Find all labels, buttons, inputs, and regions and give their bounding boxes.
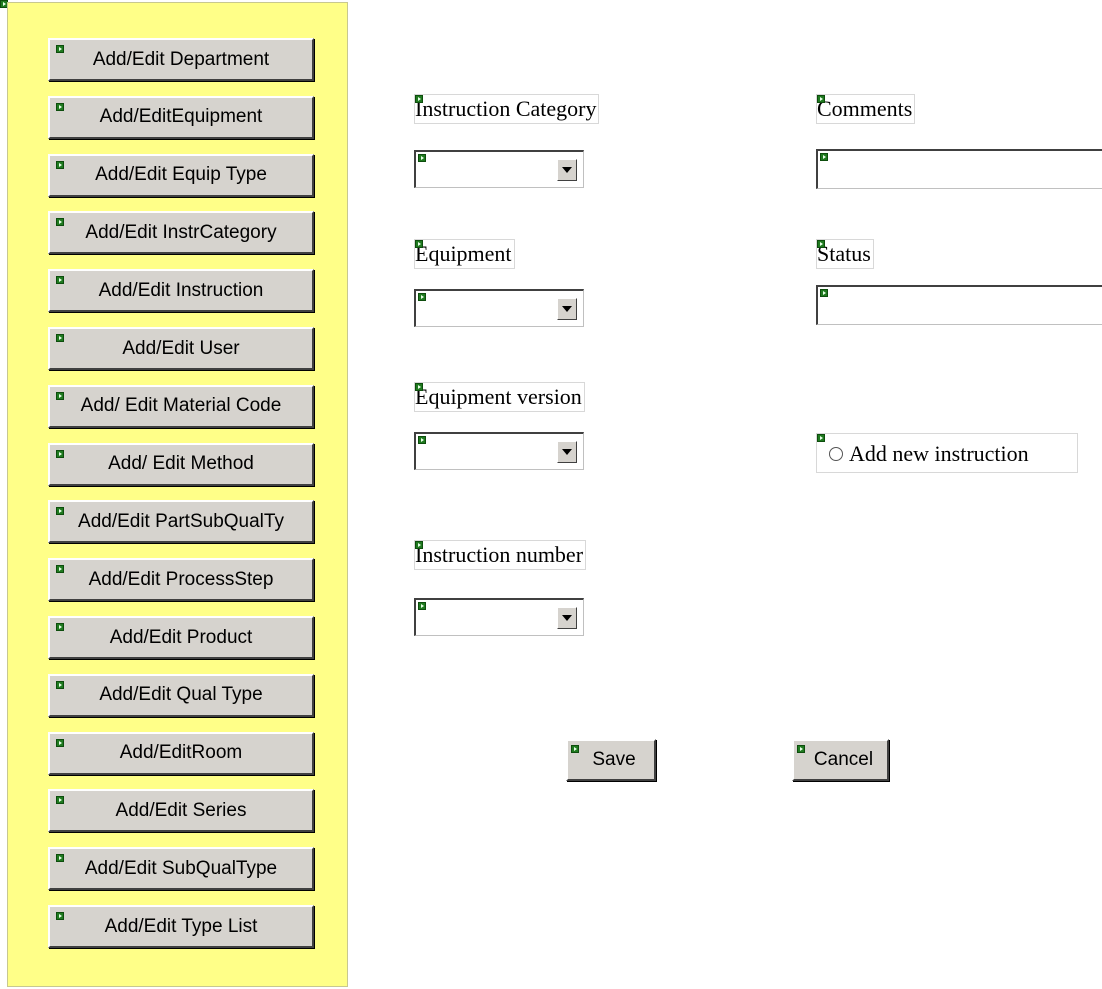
equipment-select[interactable] — [414, 289, 584, 327]
sidebar-button-add-editequipment[interactable]: Add/EditEquipment — [48, 95, 314, 139]
sidebar-button-add-edit-user[interactable]: Add/Edit User — [48, 327, 314, 370]
status-field[interactable] — [816, 285, 1102, 325]
design-marker-icon — [817, 240, 825, 248]
equipment-label: Equipment — [414, 239, 515, 269]
design-marker-icon — [56, 45, 64, 53]
design-marker-icon — [56, 507, 64, 516]
design-marker-icon — [56, 796, 64, 805]
equipment-version-select[interactable] — [414, 432, 584, 470]
sidebar-button-add-edit-series[interactable]: Add/Edit Series — [48, 789, 314, 833]
sidebar-button-add-edit-processstep[interactable]: Add/Edit ProcessStep — [48, 558, 314, 602]
design-marker-icon — [820, 153, 828, 161]
sidebar-button-label: Add/Edit Equip Type — [95, 164, 267, 186]
comments-field[interactable] — [816, 149, 1102, 189]
sidebar-button-label: Add/Edit SubQualType — [84, 857, 278, 879]
instruction-category-select[interactable] — [414, 150, 584, 188]
cancel-button[interactable]: Cancel — [792, 739, 889, 781]
sidebar-button-add-edit-equip-type[interactable]: Add/Edit Equip Type — [48, 153, 314, 197]
sidebar-button-add-edit-method[interactable]: Add/ Edit Method — [48, 442, 314, 486]
equipment-version-label: Equipment version — [414, 382, 585, 412]
design-marker-icon — [415, 95, 423, 103]
design-marker-icon — [56, 738, 64, 747]
sidebar-button-label: Add/Edit Type List — [104, 915, 258, 937]
design-marker-icon — [56, 334, 64, 342]
sidebar-button-label: Add/EditEquipment — [99, 106, 263, 128]
design-marker-icon — [56, 391, 64, 400]
design-marker-icon — [56, 218, 64, 227]
radio-button-icon[interactable] — [829, 447, 843, 461]
sidebar-button-add-edit-qual-type[interactable]: Add/Edit Qual Type — [48, 673, 314, 717]
design-marker-icon — [571, 745, 579, 753]
sidebar-button-add-edit-instrcategory[interactable]: Add/Edit InstrCategory — [48, 211, 314, 255]
sidebar-button-label: Add/Edit User — [122, 337, 240, 359]
sidebar-button-add-edit-subqualtype[interactable]: Add/Edit SubQualType — [48, 847, 314, 891]
sidebar-button-label: Add/Edit Series — [115, 799, 247, 821]
add-new-instruction-option[interactable]: Add new instruction — [816, 433, 1078, 473]
design-marker-icon — [56, 449, 64, 458]
design-marker-icon — [418, 293, 426, 301]
sidebar-button-add-editroom[interactable]: Add/EditRoom — [48, 731, 314, 775]
sidebar-button-label: Add/Edit Department — [92, 48, 270, 70]
comments-label: Comments — [816, 94, 916, 124]
chevron-down-icon[interactable] — [557, 441, 577, 463]
sidebar-button-label: Add/Edit Product — [109, 626, 253, 648]
design-marker-icon — [418, 602, 426, 610]
design-marker-icon — [820, 289, 828, 297]
design-marker-icon — [817, 95, 825, 103]
instruction-number-label: Instruction number — [414, 540, 587, 570]
sidebar-button-label: Add/Edit ProcessStep — [88, 568, 274, 590]
status-label: Status — [816, 239, 874, 269]
instruction-category-label: Instruction Category — [414, 94, 600, 124]
design-marker-icon — [418, 436, 426, 444]
instruction-number-select[interactable] — [414, 598, 584, 636]
chevron-down-icon[interactable] — [557, 159, 577, 181]
save-button[interactable]: Save — [566, 739, 656, 781]
sidebar: Add/Edit Department Add/EditEquipment Add/… — [7, 2, 348, 987]
design-marker-icon — [56, 102, 64, 111]
sidebar-button-label: Add/Edit Qual Type — [99, 684, 263, 706]
design-marker-icon — [415, 541, 423, 549]
add-new-instruction-label: Add new instruction — [849, 441, 1029, 466]
design-marker-icon — [415, 383, 423, 391]
sidebar-button-add-edit-material-code[interactable]: Add/ Edit Material Code — [48, 384, 314, 428]
sidebar-button-label: Add/Edit InstrCategory — [85, 221, 277, 243]
chevron-down-icon[interactable] — [557, 607, 577, 629]
sidebar-button-add-edit-product[interactable]: Add/Edit Product — [48, 616, 314, 659]
design-marker-icon — [415, 240, 423, 248]
chevron-down-icon[interactable] — [557, 298, 577, 320]
sidebar-button-label: Add/ Edit Method — [108, 453, 254, 475]
design-marker-icon — [56, 623, 64, 631]
sidebar-button-add-edit-partsubqualty[interactable]: Add/Edit PartSubQualTy — [48, 500, 314, 544]
sidebar-button-add-edit-instruction[interactable]: Add/Edit Instruction — [48, 269, 314, 313]
sidebar-button-label: Add/ Edit Material Code — [80, 395, 282, 417]
design-marker-icon — [817, 434, 825, 442]
design-marker-icon — [797, 745, 805, 753]
sidebar-button-label: Add/Edit PartSubQualTy — [78, 510, 284, 532]
design-marker-icon — [56, 565, 64, 574]
sidebar-button-label: Add/EditRoom — [119, 742, 243, 764]
design-marker-icon — [418, 154, 426, 162]
design-marker-icon — [56, 276, 64, 285]
sidebar-button-label: Add/Edit Instruction — [98, 279, 264, 301]
design-marker-icon — [56, 854, 64, 863]
design-marker-icon — [56, 680, 64, 689]
design-marker-icon — [56, 912, 64, 920]
sidebar-button-add-edit-type-list[interactable]: Add/Edit Type List — [48, 905, 314, 948]
design-marker-icon — [56, 160, 64, 169]
sidebar-button-add-edit-department[interactable]: Add/Edit Department — [48, 38, 314, 81]
